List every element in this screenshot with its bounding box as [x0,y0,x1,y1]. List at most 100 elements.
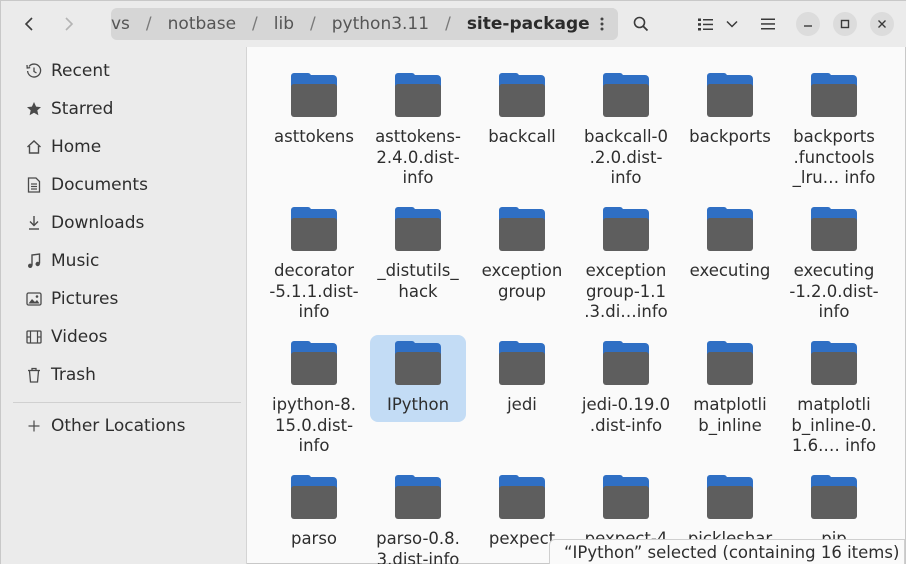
plus-icon [23,420,45,432]
folder-icon [499,475,545,519]
folder-item[interactable]: jedi [474,335,570,416]
breadcrumb-item[interactable]: notbase [160,14,244,34]
folder-icon [707,207,753,251]
folder-icon [603,475,649,519]
folder-item[interactable]: pip [786,469,882,550]
folder-item[interactable]: backcall [474,67,570,148]
folder-item[interactable]: pickleshar [682,469,778,550]
sidebar-item-downloads[interactable]: Downloads [13,205,241,241]
sidebar-item-pictures[interactable]: Pictures [13,281,241,317]
folder-item[interactable]: jedi-0.19.0 .dist-info [578,335,674,436]
breadcrumb-item[interactable]: lib [266,14,302,34]
folder-icon [395,475,441,519]
back-button[interactable] [13,8,45,40]
minimize-button[interactable] [796,12,820,36]
folder-name: exception group [481,261,563,301]
folder-item[interactable]: backcall-0 .2.0.dist- info [578,67,674,189]
file-manager-window: vs / notbase / lib / python3.11 / site-p… [0,0,906,564]
folder-item[interactable]: asttokens- 2.4.0.dist- info [370,67,466,189]
sidebar-item-label: Home [51,137,102,157]
folder-item[interactable]: matplotli b_inline-0. 1.6.… info [786,335,882,457]
breadcrumb-current[interactable]: site-packages [459,14,608,34]
folder-icon [499,341,545,385]
breadcrumb-separator: / [445,14,451,34]
folder-icon [707,341,753,385]
folder-name: backports .functools _lru… info [792,127,876,187]
maximize-button[interactable] [833,12,857,36]
folder-icon [603,341,649,385]
header-bar: vs / notbase / lib / python3.11 / site-p… [1,1,906,47]
sidebar-divider [13,402,241,403]
folder-item[interactable]: exception group-1.1 .3.di…info [578,201,674,323]
folder-item[interactable]: backports [682,67,778,148]
folder-name: parso-0.8. 3.dist-info [376,529,460,564]
folder-item[interactable]: executing [682,201,778,282]
path-bar[interactable]: vs / notbase / lib / python3.11 / site-p… [111,8,618,40]
folder-name: matplotli b_inline [693,395,767,435]
sidebar-item-recent[interactable]: Recent [13,53,241,89]
folder-name: backports [689,127,771,146]
breadcrumb-item[interactable]: vs [111,14,138,34]
sidebar-item-music[interactable]: Music [13,243,241,279]
folder-name: backcall-0 .2.0.dist- info [583,127,668,187]
main-menu-button[interactable] [753,8,783,40]
folder-item[interactable]: parso [266,469,362,550]
sidebar-item-label: Pictures [51,289,119,309]
vertical-dots-icon [600,17,604,31]
sidebar-item-videos[interactable]: Videos [13,319,241,355]
view-options-button[interactable] [719,8,745,40]
home-icon [23,139,45,155]
folder-item[interactable]: backports .functools _lru… info [786,67,882,189]
sidebar-item-label: Documents [51,175,148,195]
sidebar-item-label: Videos [51,327,108,347]
folder-item[interactable]: parso-0.8. 3.dist-info [370,469,466,564]
folder-item[interactable]: pexpect [474,469,570,550]
breadcrumb-separator: / [310,14,316,34]
clock-icon [23,63,45,79]
sidebar-item-other-locations[interactable]: Other Locations [13,408,241,444]
trash-icon [23,367,45,383]
sidebar-item-documents[interactable]: Documents [13,167,241,203]
folder-icon [395,341,441,385]
folder-item[interactable]: decorator -5.1.1.dist- info [266,201,362,323]
breadcrumb-item[interactable]: python3.11 [324,14,437,34]
folder-icon [603,73,649,117]
close-button[interactable] [870,12,894,36]
folder-icon [707,73,753,117]
folder-icon [811,341,857,385]
folder-name: decorator -5.1.1.dist- info [269,261,359,321]
breadcrumb: vs / notbase / lib / python3.11 / site-p… [111,14,608,34]
path-menu-button[interactable] [590,8,614,40]
folder-name: asttokens- 2.4.0.dist- info [375,127,461,187]
folder-item[interactable]: exception group [474,201,570,302]
folder-name: IPython [386,395,450,414]
folder-name: executing [689,261,771,280]
folder-item[interactable]: asttokens [266,67,362,148]
search-button[interactable] [625,8,657,40]
folder-item[interactable]: _distutils_ hack [370,201,466,302]
sidebar-item-home[interactable]: Home [13,129,241,165]
folder-name: jedi [507,395,537,414]
folder-icon [603,207,649,251]
sidebar-item-label: Recent [51,61,110,81]
sidebar: Recent Starred Home Documents Downloads … [1,47,247,564]
sidebar-item-trash[interactable]: Trash [13,357,241,393]
sidebar-item-starred[interactable]: Starred [13,91,241,127]
close-icon [878,20,886,28]
folder-icon [291,207,337,251]
folder-item[interactable]: executing -1.2.0.dist- info [786,201,882,323]
chevron-left-icon [24,17,33,31]
file-grid: asttokens asttokens- 2.4.0.dist- info back… [248,47,906,564]
folder-name: ipython-8. 15.0.dist- info [272,395,356,455]
breadcrumb-separator: / [252,14,258,34]
breadcrumb-separator: / [145,14,152,34]
hamburger-icon [761,18,775,30]
folder-item[interactable]: matplotli b_inline [682,335,778,436]
folder-item[interactable]: ipython-8. 15.0.dist- info [266,335,362,457]
folder-item[interactable]: pexpect-4 [578,469,674,550]
folder-icon [291,475,337,519]
forward-button[interactable] [53,8,85,40]
folder-item[interactable]: IPython [370,335,466,422]
picture-icon [23,292,45,306]
list-view-button[interactable] [691,8,719,40]
